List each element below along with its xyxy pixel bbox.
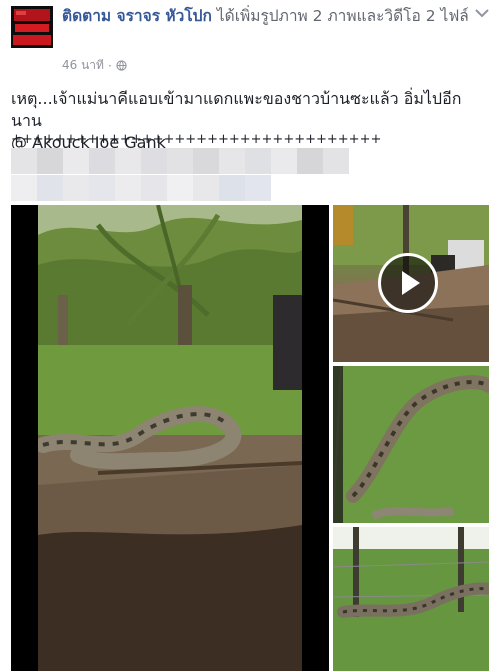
caption-separator: ++++++++++++++++++++++++++++++++++ [11, 132, 382, 147]
thumbnail-image [333, 527, 489, 671]
facebook-post: ติดตาม จราจร หัวโปก ได้เพิ่มรูปภาพ 2 ภาพ… [0, 0, 501, 671]
play-icon[interactable] [378, 253, 438, 313]
video-frame [38, 205, 302, 671]
page-avatar[interactable] [11, 6, 53, 48]
post-timestamp[interactable]: 46 นาที [62, 56, 104, 75]
post-header: ติดตาม จราจร หัวโปก ได้เพิ่มรูปภาพ 2 ภาพ… [62, 6, 482, 27]
meta-dot: · [107, 58, 112, 73]
video-thumbnail[interactable] [333, 205, 489, 362]
blurred-text-line-1 [11, 148, 349, 174]
chevron-down-icon[interactable] [473, 6, 491, 20]
post-meta: 46 นาที · [62, 56, 127, 75]
main-video[interactable] [11, 205, 329, 671]
video-scene-image [38, 205, 302, 671]
blurred-text-line-2 [11, 175, 271, 201]
photo-thumbnail-2[interactable] [333, 527, 489, 671]
thumbnail-image [333, 366, 489, 523]
globe-icon[interactable] [116, 60, 127, 71]
caption-line-1: เหตุ...เจ้าแม่นาคีแอบเข้ามาแดกแพะของชาวบ… [11, 89, 462, 130]
author-link[interactable]: ติดตาม จราจร หัวโปก [62, 7, 212, 25]
photo-thumbnail-1[interactable] [333, 366, 489, 523]
post-action-text: ได้เพิ่มรูปภาพ 2 ภาพและวิดีโอ 2 ไฟล์ [216, 7, 469, 25]
